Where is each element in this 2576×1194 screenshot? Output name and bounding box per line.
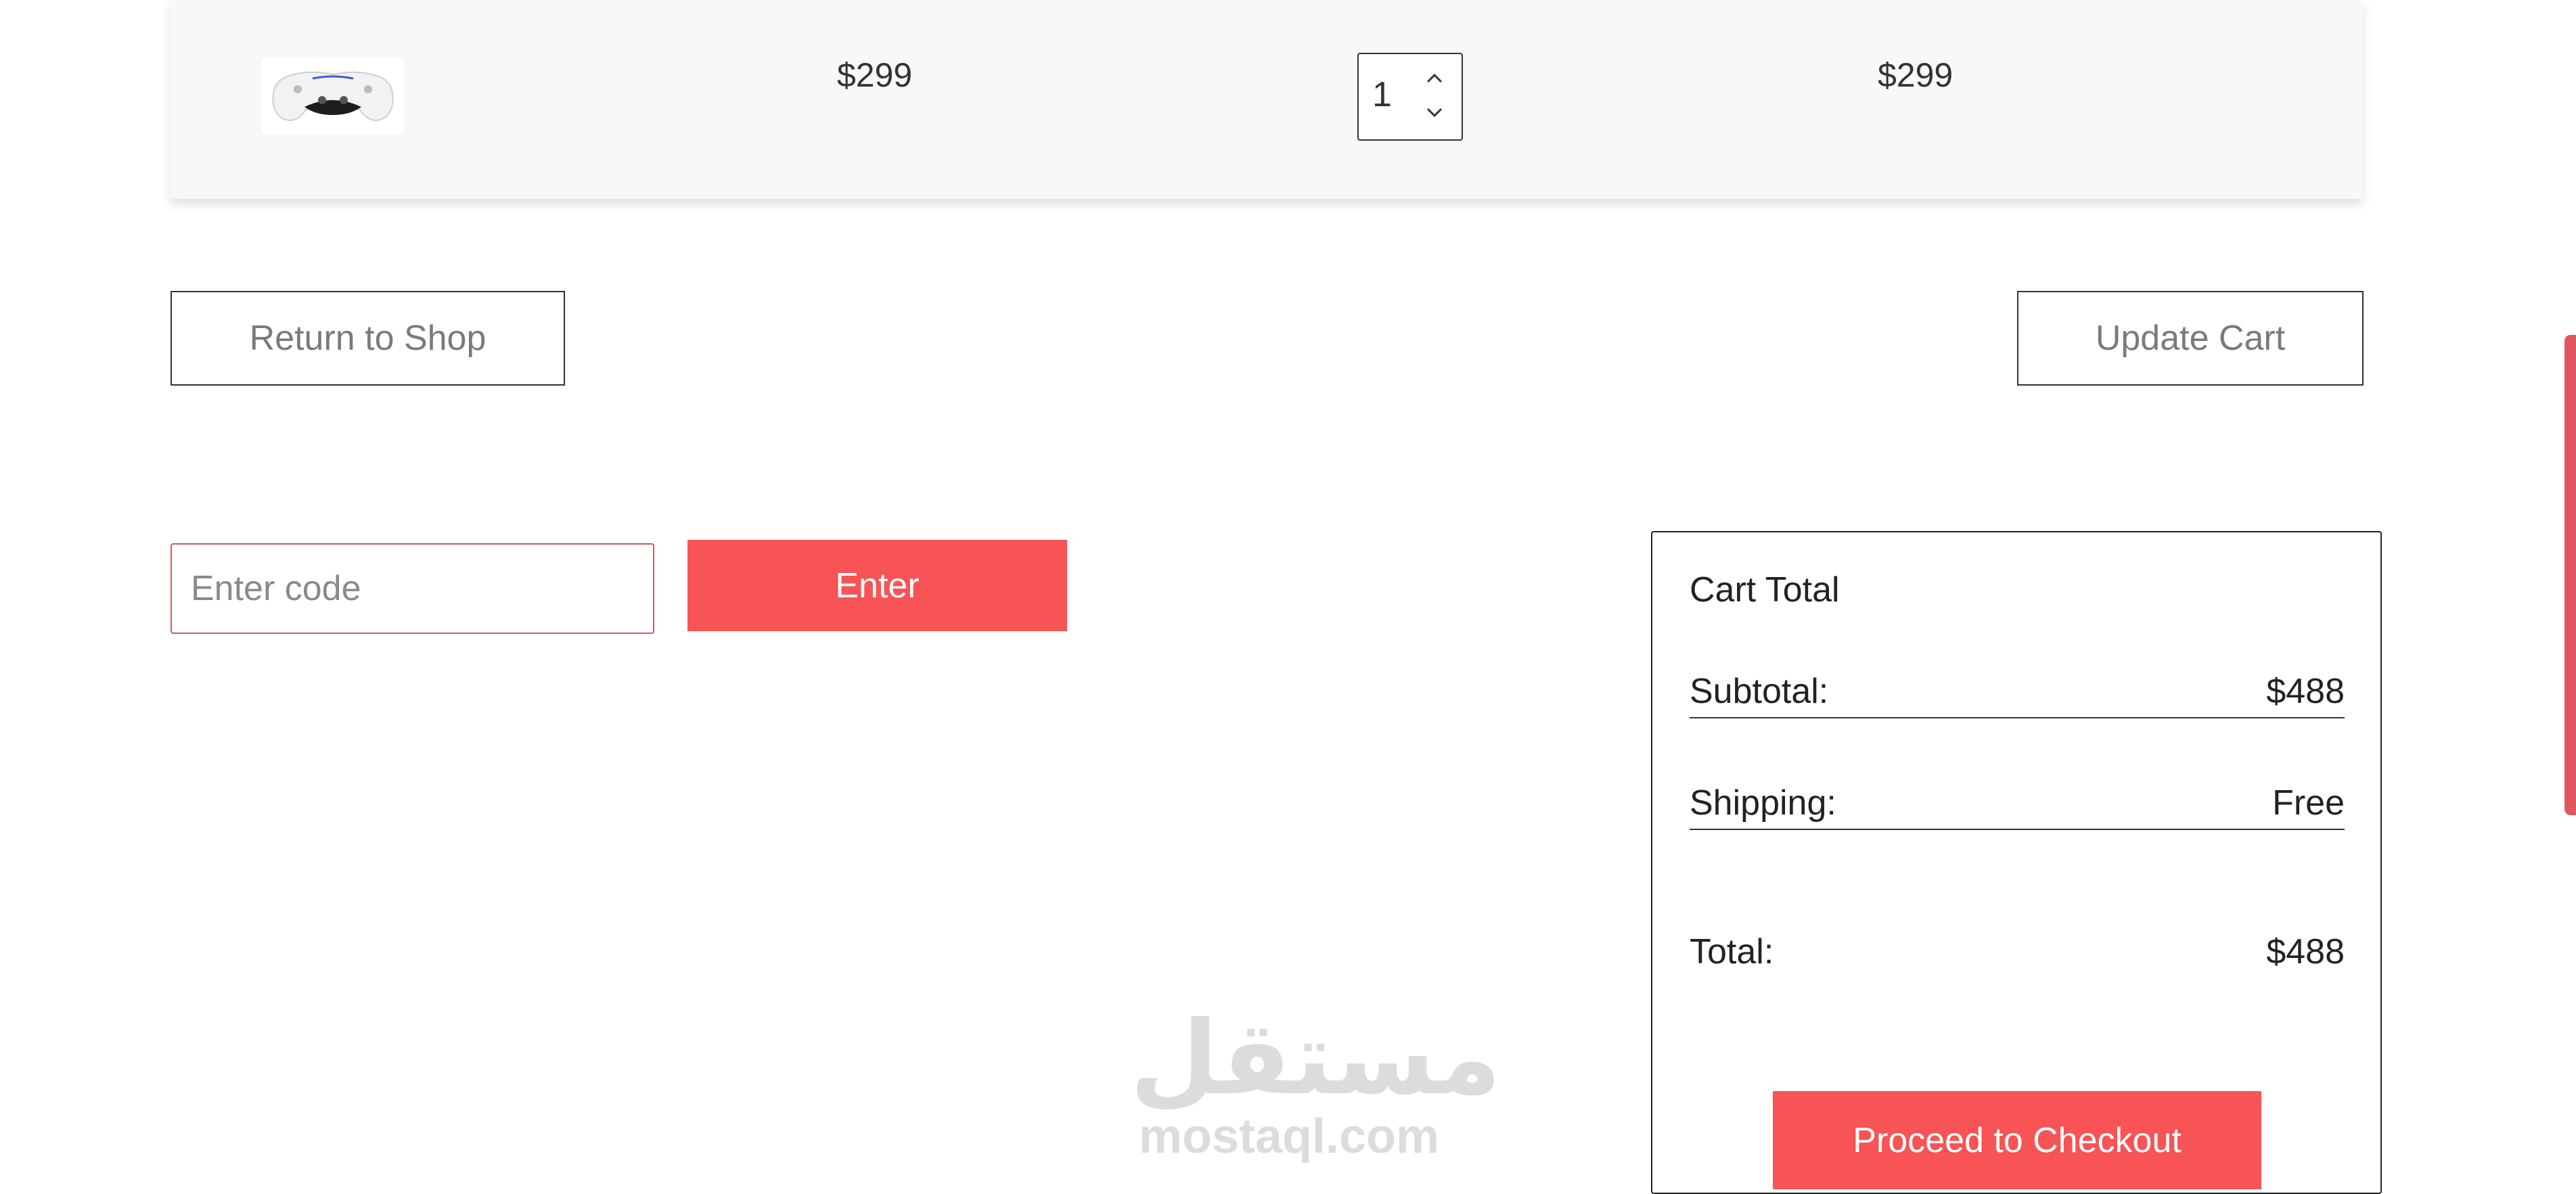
scrollbar-thumb[interactable] — [2564, 335, 2576, 815]
shipping-row: Shipping: Free — [1690, 783, 2345, 830]
return-to-shop-button[interactable]: Return to Shop — [171, 291, 565, 386]
total-row: Total: $488 — [1690, 932, 2345, 972]
quantity-decrement[interactable] — [1421, 99, 1448, 126]
watermark-logo: مستقل mostaql.com — [1130, 1000, 1501, 1164]
cart-total-panel: Cart Total Subtotal: $488 Shipping: Free… — [1651, 531, 2382, 1194]
quantity-increment[interactable] — [1421, 65, 1448, 92]
item-subtotal: $299 — [1878, 56, 1953, 94]
quantity-value[interactable]: 1 — [1372, 74, 1392, 115]
subtotal-value: $488 — [2266, 672, 2345, 711]
apply-coupon-button[interactable]: Enter — [687, 540, 1067, 631]
watermark-latin: mostaql.com — [1138, 1109, 1440, 1164]
shipping-value: Free — [2272, 783, 2345, 823]
update-cart-button[interactable]: Update Cart — [2017, 291, 2364, 386]
cart-item-row: $299 1 $299 — [171, 0, 2363, 199]
chevron-down-icon — [1426, 108, 1443, 118]
coupon-code-input[interactable] — [171, 543, 654, 634]
shipping-label: Shipping: — [1690, 783, 1836, 823]
game-controller-icon — [272, 71, 394, 122]
total-value: $488 — [2266, 932, 2345, 971]
cart-total-title: Cart Total — [1690, 570, 1840, 610]
subtotal-row: Subtotal: $488 — [1690, 671, 2345, 718]
chevron-up-icon — [1426, 73, 1443, 83]
proceed-to-checkout-button[interactable]: Proceed to Checkout — [1773, 1091, 2261, 1189]
total-label: Total: — [1690, 932, 1774, 971]
subtotal-label: Subtotal: — [1690, 672, 1829, 711]
item-price: $299 — [837, 56, 913, 94]
product-image[interactable] — [261, 58, 405, 134]
quantity-stepper[interactable]: 1 — [1357, 53, 1463, 141]
watermark-arabic: مستقل — [1130, 1000, 1501, 1118]
